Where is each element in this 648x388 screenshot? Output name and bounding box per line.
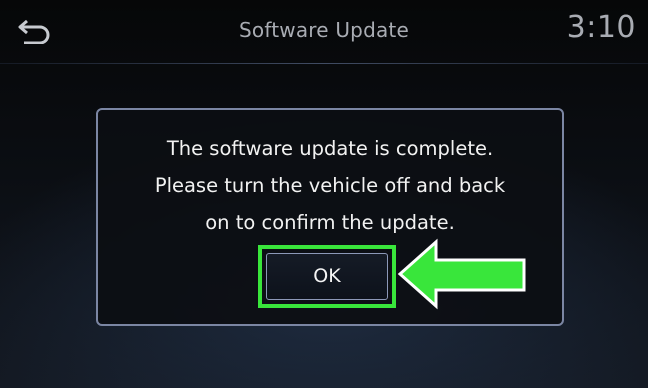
ok-button[interactable]: OK — [266, 253, 388, 300]
header-bar: Software Update 3:10 — [0, 0, 648, 64]
message-line-1: The software update is complete. — [166, 137, 494, 160]
dialog-message: The software update is complete. Please … — [98, 130, 562, 241]
page-title: Software Update — [239, 18, 409, 42]
message-line-2: Please turn the vehicle off and back — [154, 174, 506, 197]
message-line-3: on to confirm the update. — [205, 211, 455, 234]
pointing-arrow-icon — [397, 238, 526, 310]
clock: 3:10 — [566, 10, 636, 45]
back-return-icon — [18, 19, 50, 44]
infotainment-screen: Software Update 3:10 The software update… — [0, 0, 648, 388]
header-divider — [0, 63, 648, 64]
back-button[interactable] — [14, 10, 64, 54]
